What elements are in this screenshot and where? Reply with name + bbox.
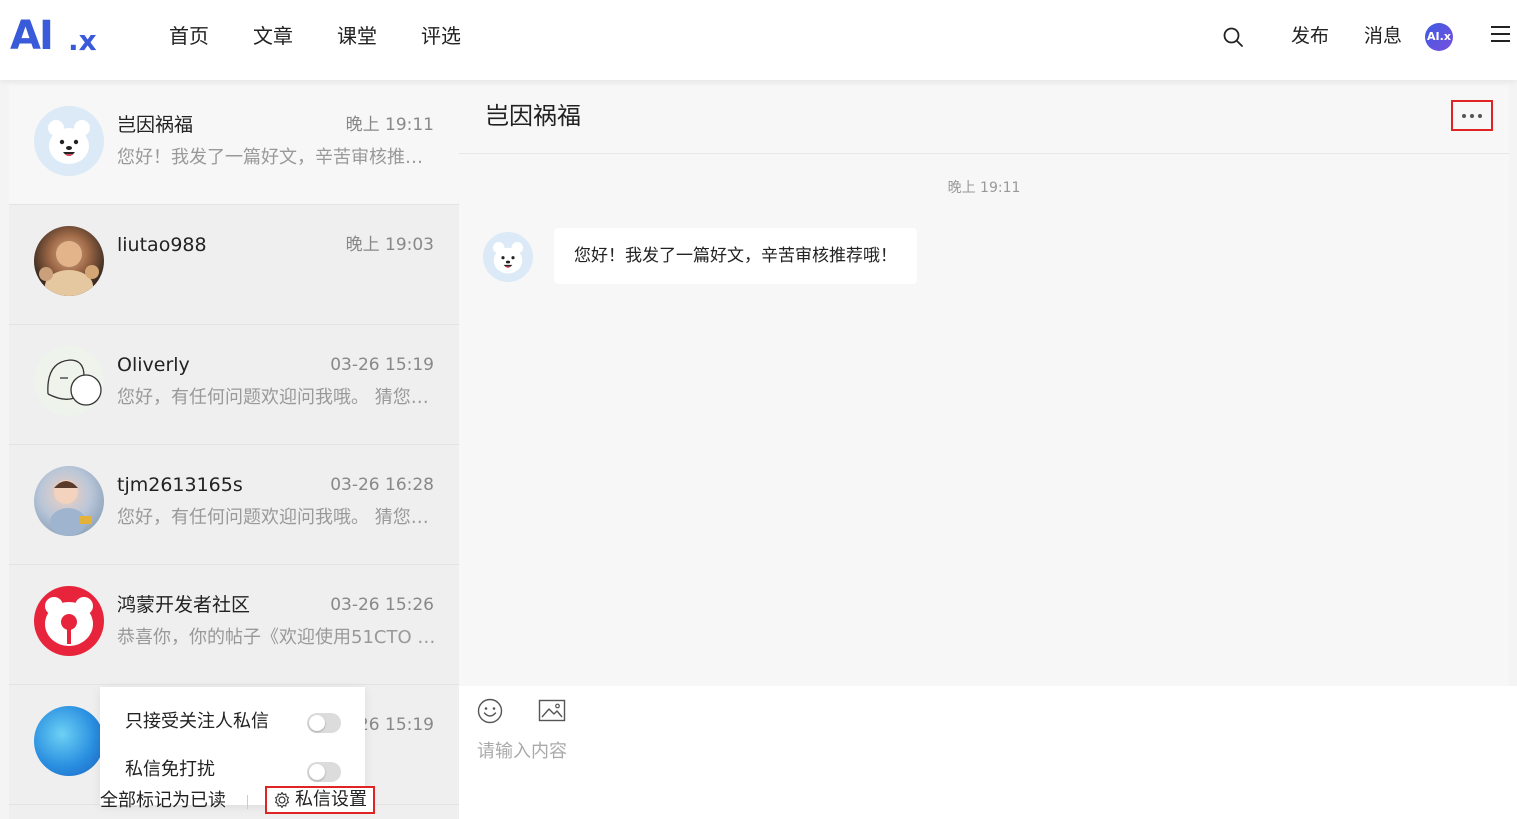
conversation-item[interactable]: Oliverly 03-26 15:19 您好，有任何问题欢迎问我哦。 猜您想问…: [9, 325, 459, 445]
do-not-disturb-label: 私信免打扰: [125, 759, 215, 780]
conversation-item[interactable]: 鸿蒙开发者社区 03-26 15:26 恭喜你，你的帖子《欢迎使用51CTO 鸿…: [9, 565, 459, 685]
gear-icon: [275, 791, 289, 809]
messages-link[interactable]: 消息: [1364, 24, 1402, 48]
follow-only-toggle[interactable]: [307, 713, 341, 733]
nav-home[interactable]: 首页: [169, 24, 209, 48]
image-upload-icon[interactable]: [538, 698, 566, 724]
logo-main-text: AI: [10, 13, 54, 59]
pm-settings-button[interactable]: 私信设置: [265, 786, 375, 814]
logo-suffix-text: .x: [68, 24, 97, 57]
site-logo[interactable]: AI .x: [10, 14, 100, 58]
message-composer: [459, 686, 1517, 819]
photo-avatar-icon: [34, 226, 104, 296]
conversation-time: 晚上 19:11: [345, 115, 434, 135]
conversation-preview: 您好，有任何问题欢迎问我哦。 猜您想问：: [117, 507, 437, 528]
chat-header-divider: [459, 153, 1509, 154]
conversation-preview: 您好，有任何问题欢迎问我哦。 猜您想问：: [117, 387, 437, 408]
search-icon[interactable]: [1222, 26, 1244, 48]
chat-title: 岂因祸福: [485, 102, 581, 130]
publish-link[interactable]: 发布: [1291, 24, 1329, 48]
conversation-name: 岂因祸福: [117, 114, 194, 136]
conversation-name: 鸿蒙开发者社区: [117, 594, 251, 616]
message-bubble: 您好！我发了一篇好文，辛苦审核推荐哦！: [554, 228, 917, 284]
nav-classroom[interactable]: 课堂: [337, 24, 377, 48]
nav-selection[interactable]: 评选: [421, 24, 461, 48]
message-timestamp: 晚上 19:11: [947, 180, 1021, 196]
conversation-time: 03-26 15:26: [330, 595, 434, 615]
chat-panel: 岂因祸福 晚上 19:11 您好！我发了一篇好文，辛苦审核推荐哦！: [459, 85, 1509, 686]
main-nav: 首页 文章 课堂 评选: [169, 24, 505, 48]
follow-only-label: 只接受关注人私信: [125, 711, 269, 732]
dot-icon: [1470, 113, 1474, 118]
conversation-item[interactable]: liutao988 晚上 19:03: [9, 205, 459, 325]
emoji-icon[interactable]: [477, 698, 503, 724]
message-input[interactable]: [477, 738, 1477, 764]
more-options-button[interactable]: [1451, 100, 1493, 131]
conversation-time: 晚上 19:03: [345, 235, 434, 255]
bear-avatar-icon: [34, 106, 104, 176]
conversation-list-footer: 全部标记为已读 私信设置: [9, 786, 459, 819]
blue-avatar-icon: [34, 706, 104, 776]
user-avatar[interactable]: AI.x: [1425, 23, 1453, 51]
do-not-disturb-toggle[interactable]: [307, 762, 341, 782]
mark-all-read-button[interactable]: 全部标记为已读: [100, 790, 226, 812]
conversation-item[interactable]: tjm2613165s 03-26 16:28 您好，有任何问题欢迎问我哦。 猜…: [9, 445, 459, 565]
conversation-preview: 您好！我发了一篇好文，辛苦审核推荐哦！: [117, 147, 437, 168]
conversation-item[interactable]: 岂因祸福 晚上 19:11 您好！我发了一篇好文，辛苦审核推荐哦！: [9, 85, 459, 205]
child-photo-avatar-icon: [34, 466, 104, 536]
top-header: AI .x 首页 文章 课堂 评选 发布 消息 AI.x: [0, 0, 1517, 80]
footer-divider: [247, 795, 248, 809]
conversation-name: liutao988: [117, 234, 207, 256]
conversation-time: 03-26 16:28: [330, 475, 434, 495]
harmony-avatar-icon: [34, 586, 104, 656]
dot-icon: [1478, 113, 1482, 118]
conversation-preview: 恭喜你，你的帖子《欢迎使用51CTO 鸿蒙开发者社区》: [117, 627, 437, 648]
hamburger-menu-icon[interactable]: [1491, 26, 1510, 44]
drawing-avatar-icon: [34, 346, 104, 416]
nav-articles[interactable]: 文章: [253, 24, 293, 48]
sender-avatar-icon[interactable]: [483, 232, 533, 282]
dot-icon: [1462, 113, 1466, 118]
conversation-time: 03-26 15:19: [330, 355, 434, 375]
conversation-name: Oliverly: [117, 354, 190, 376]
pm-settings-label: 私信设置: [295, 789, 367, 810]
conversation-name: tjm2613165s: [117, 474, 243, 496]
